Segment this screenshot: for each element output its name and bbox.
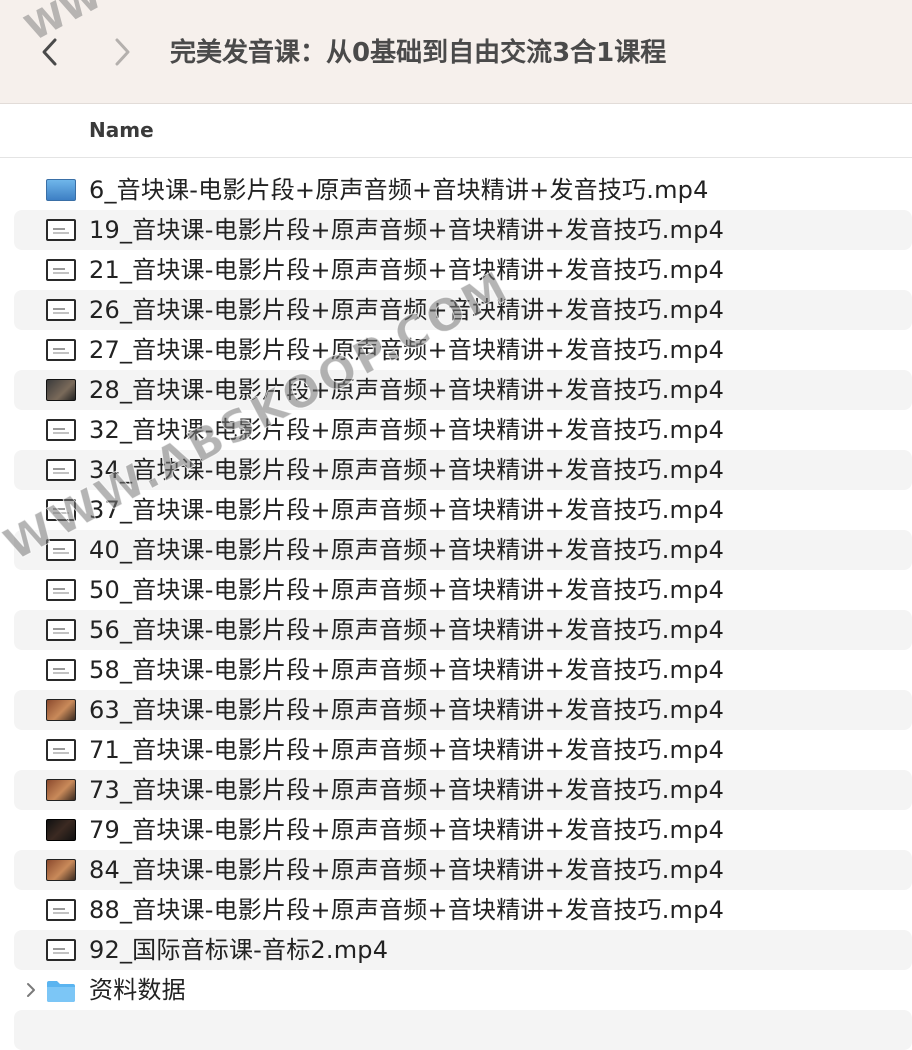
- file-name: 58_音块课-电影片段+原声音频+音块精讲+发音技巧.mp4: [89, 656, 725, 684]
- file-name: 6_音块课-电影片段+原声音频+音块精讲+发音技巧.mp4: [89, 176, 709, 204]
- back-button[interactable]: [30, 32, 70, 72]
- folder-icon: [46, 979, 76, 1002]
- video-thumbnail-icon: [46, 859, 76, 881]
- video-file-icon: [46, 659, 76, 681]
- file-row[interactable]: 79_音块课-电影片段+原声音频+音块精讲+发音技巧.mp4: [14, 810, 912, 850]
- file-name: 92_国际音标课-音标2.mp4: [89, 936, 389, 964]
- video-file-icon: [46, 299, 76, 321]
- file-name: 73_音块课-电影片段+原声音频+音块精讲+发音技巧.mp4: [89, 776, 725, 804]
- window-title: 完美发音课：从0基础到自由交流3合1课程: [170, 38, 667, 68]
- file-name: 19_音块课-电影片段+原声音频+音块精讲+发音技巧.mp4: [89, 216, 725, 244]
- file-name: 26_音块课-电影片段+原声音频+音块精讲+发音技巧.mp4: [89, 296, 725, 324]
- video-file-icon: [46, 499, 76, 521]
- column-header: Name: [0, 104, 912, 158]
- video-file-icon: [46, 419, 76, 441]
- file-name: 37_音块课-电影片段+原声音频+音块精讲+发音技巧.mp4: [89, 496, 725, 524]
- video-file-icon: [46, 739, 76, 761]
- file-list: 6_音块课-电影片段+原声音频+音块精讲+发音技巧.mp4 19_音块课-电影片段…: [14, 170, 912, 1050]
- video-thumbnail-icon: [46, 179, 76, 201]
- folder-row[interactable]: 资料数据: [14, 970, 912, 1010]
- video-thumbnail-icon: [46, 819, 76, 841]
- file-row[interactable]: 21_音块课-电影片段+原声音频+音块精讲+发音技巧.mp4: [14, 250, 912, 290]
- file-name: 32_音块课-电影片段+原声音频+音块精讲+发音技巧.mp4: [89, 416, 725, 444]
- video-file-icon: [46, 259, 76, 281]
- video-thumbnail-icon: [46, 379, 76, 401]
- file-name: 资料数据: [89, 976, 186, 1004]
- disclosure-chevron-icon[interactable]: [24, 982, 38, 998]
- file-row[interactable]: 50_音块课-电影片段+原声音频+音块精讲+发音技巧.mp4: [14, 570, 912, 610]
- file-name: 40_音块课-电影片段+原声音频+音块精讲+发音技巧.mp4: [89, 536, 725, 564]
- file-name: 27_音块课-电影片段+原声音频+音块精讲+发音技巧.mp4: [89, 336, 725, 364]
- empty-row: [14, 1010, 912, 1050]
- chevron-right-icon: [115, 38, 130, 66]
- video-thumbnail-icon: [46, 779, 76, 801]
- file-name: 28_音块课-电影片段+原声音频+音块精讲+发音技巧.mp4: [89, 376, 725, 404]
- file-row[interactable]: 19_音块课-电影片段+原声音频+音块精讲+发音技巧.mp4: [14, 210, 912, 250]
- file-name: 50_音块课-电影片段+原声音频+音块精讲+发音技巧.mp4: [89, 576, 725, 604]
- forward-button[interactable]: [102, 32, 142, 72]
- file-name: 63_音块课-电影片段+原声音频+音块精讲+发音技巧.mp4: [89, 696, 725, 724]
- file-row[interactable]: 84_音块课-电影片段+原声音频+音块精讲+发音技巧.mp4: [14, 850, 912, 890]
- video-file-icon: [46, 579, 76, 601]
- file-row[interactable]: 32_音块课-电影片段+原声音频+音块精讲+发音技巧.mp4: [14, 410, 912, 450]
- video-file-icon: [46, 459, 76, 481]
- file-row[interactable]: 56_音块课-电影片段+原声音频+音块精讲+发音技巧.mp4: [14, 610, 912, 650]
- file-row[interactable]: 28_音块课-电影片段+原声音频+音块精讲+发音技巧.mp4: [14, 370, 912, 410]
- video-thumbnail-icon: [46, 699, 76, 721]
- file-name: 34_音块课-电影片段+原声音频+音块精讲+发音技巧.mp4: [89, 456, 725, 484]
- video-file-icon: [46, 899, 76, 921]
- toolbar: 完美发音课：从0基础到自由交流3合1课程: [0, 0, 912, 104]
- file-row[interactable]: 63_音块课-电影片段+原声音频+音块精讲+发音技巧.mp4: [14, 690, 912, 730]
- file-name: 71_音块课-电影片段+原声音频+音块精讲+发音技巧.mp4: [89, 736, 725, 764]
- file-name: 84_音块课-电影片段+原声音频+音块精讲+发音技巧.mp4: [89, 856, 725, 884]
- video-file-icon: [46, 939, 76, 961]
- chevron-left-icon: [42, 38, 57, 66]
- file-row[interactable]: 26_音块课-电影片段+原声音频+音块精讲+发音技巧.mp4: [14, 290, 912, 330]
- file-row[interactable]: 92_国际音标课-音标2.mp4: [14, 930, 912, 970]
- file-row[interactable]: 40_音块课-电影片段+原声音频+音块精讲+发音技巧.mp4: [14, 530, 912, 570]
- video-file-icon: [46, 619, 76, 641]
- file-row[interactable]: 58_音块课-电影片段+原声音频+音块精讲+发音技巧.mp4: [14, 650, 912, 690]
- file-row[interactable]: 88_音块课-电影片段+原声音频+音块精讲+发音技巧.mp4: [14, 890, 912, 930]
- file-row[interactable]: 27_音块课-电影片段+原声音频+音块精讲+发音技巧.mp4: [14, 330, 912, 370]
- file-name: 88_音块课-电影片段+原声音频+音块精讲+发音技巧.mp4: [89, 896, 725, 924]
- file-row[interactable]: 71_音块课-电影片段+原声音频+音块精讲+发音技巧.mp4: [14, 730, 912, 770]
- video-file-icon: [46, 339, 76, 361]
- column-header-name[interactable]: Name: [89, 118, 154, 142]
- file-row[interactable]: 34_音块课-电影片段+原声音频+音块精讲+发音技巧.mp4: [14, 450, 912, 490]
- file-name: 79_音块课-电影片段+原声音频+音块精讲+发音技巧.mp4: [89, 816, 725, 844]
- file-name: 21_音块课-电影片段+原声音频+音块精讲+发音技巧.mp4: [89, 256, 725, 284]
- video-file-icon: [46, 539, 76, 561]
- file-row[interactable]: 6_音块课-电影片段+原声音频+音块精讲+发音技巧.mp4: [14, 170, 912, 210]
- file-name: 56_音块课-电影片段+原声音频+音块精讲+发音技巧.mp4: [89, 616, 725, 644]
- file-row[interactable]: 73_音块课-电影片段+原声音频+音块精讲+发音技巧.mp4: [14, 770, 912, 810]
- file-row[interactable]: 37_音块课-电影片段+原声音频+音块精讲+发音技巧.mp4: [14, 490, 912, 530]
- video-file-icon: [46, 219, 76, 241]
